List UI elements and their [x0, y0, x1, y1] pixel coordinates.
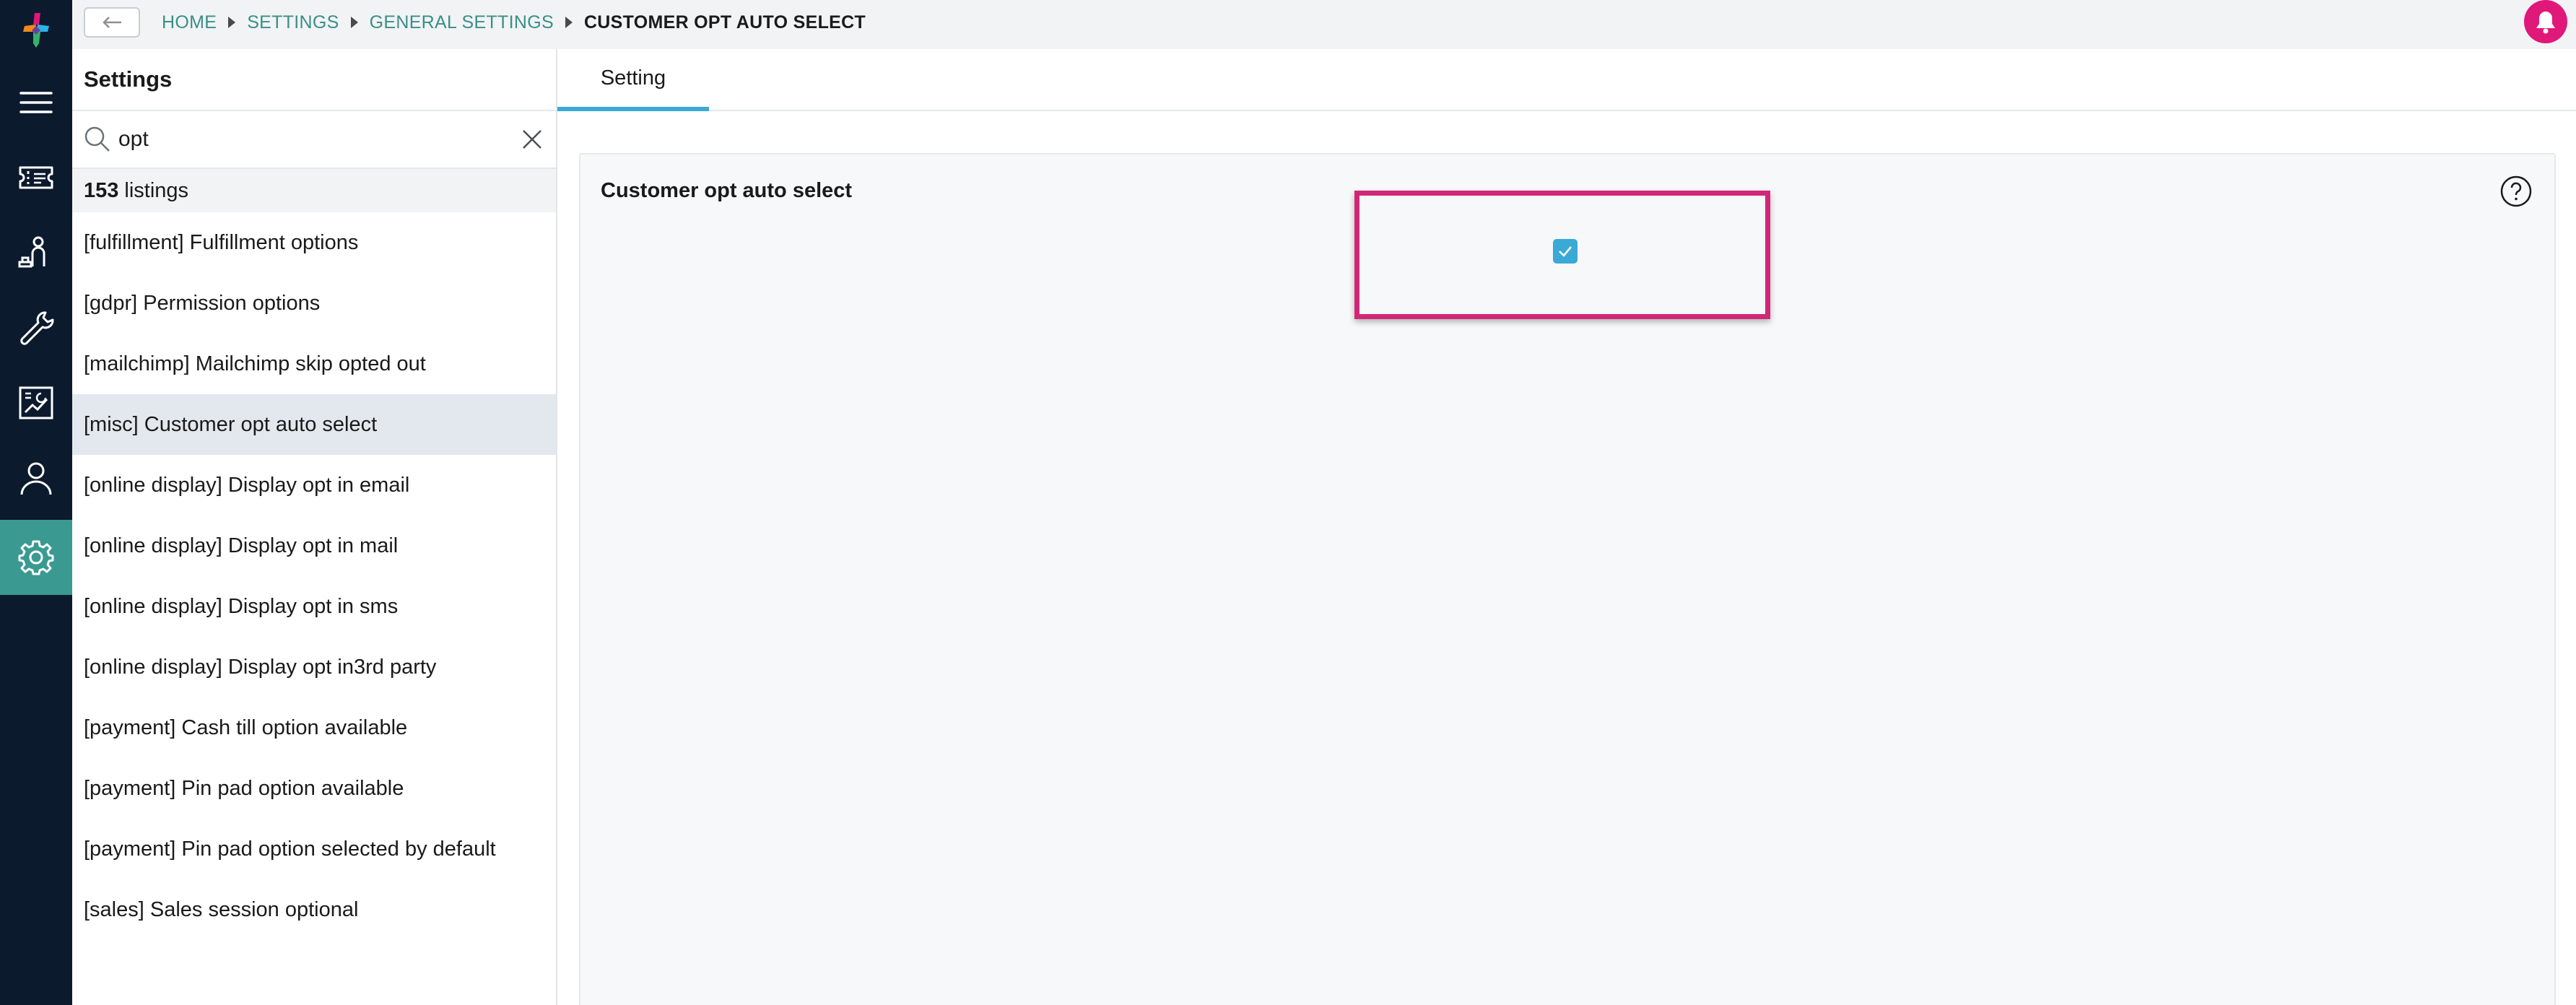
- wrench-icon[interactable]: [0, 290, 72, 365]
- list-item[interactable]: [sales] Sales session optional: [72, 879, 556, 940]
- report-icon[interactable]: [0, 365, 72, 440]
- setting-value-highlight: [1354, 191, 1770, 319]
- breadcrumb-separator-icon: [228, 17, 236, 28]
- list-item[interactable]: [mailchimp] Mailchimp skip opted out: [72, 334, 556, 394]
- setting-label: Customer opt auto select: [601, 179, 853, 202]
- search-icon: [84, 126, 110, 152]
- breadcrumb: HOME SETTINGS GENERAL SETTINGS CUSTOMER …: [162, 0, 866, 45]
- gear-icon[interactable]: [0, 520, 72, 595]
- setting-checkbox[interactable]: [1553, 239, 1578, 264]
- breadcrumb-current: CUSTOMER OPT AUTO SELECT: [583, 12, 866, 32]
- list-item[interactable]: [fulfillment] Fulfillment options: [72, 212, 556, 273]
- listing-count: 153 listings: [72, 169, 556, 212]
- list-item[interactable]: [gdpr] Permission options: [72, 273, 556, 334]
- customer-service-icon[interactable]: [0, 215, 72, 290]
- list-item[interactable]: [online display] Display opt in mail: [72, 515, 556, 576]
- help-icon[interactable]: [2499, 175, 2533, 208]
- tab-bar: Setting: [557, 49, 2576, 111]
- breadcrumb-separator-icon: [350, 17, 358, 28]
- main-content: Setting Customer opt auto select: [557, 49, 2576, 1005]
- list-item[interactable]: [payment] Pin pad option selected by def…: [72, 819, 556, 879]
- search-input[interactable]: [118, 121, 508, 157]
- listing-count-label: listings: [124, 178, 189, 202]
- list-item[interactable]: [online display] Display opt in3rd party: [72, 637, 556, 697]
- setting-panel: Customer opt auto select: [579, 153, 2556, 1005]
- tab-setting[interactable]: Setting: [557, 49, 709, 111]
- list-item[interactable]: [online display] Display opt in email: [72, 455, 556, 515]
- app-logo[interactable]: [19, 10, 53, 51]
- sidebar-title: Settings: [84, 66, 173, 92]
- menu-icon[interactable]: [0, 65, 72, 140]
- list-item[interactable]: [misc] Customer opt auto select: [72, 394, 556, 455]
- list-item[interactable]: [online display] Display opt in sms: [72, 576, 556, 637]
- clear-search-icon[interactable]: [518, 126, 546, 153]
- user-icon[interactable]: [0, 440, 72, 515]
- list-item[interactable]: [payment] Pin pad option available: [72, 758, 556, 819]
- bell-icon: [2536, 12, 2555, 34]
- breadcrumb-general-settings[interactable]: GENERAL SETTINGS: [370, 12, 554, 33]
- settings-sidebar: Settings 153 listings [fulfillment] Fulf…: [72, 49, 557, 1005]
- breadcrumb-home[interactable]: HOME: [162, 12, 217, 33]
- breadcrumb-settings[interactable]: SETTINGS: [247, 12, 339, 33]
- notification-button[interactable]: [2524, 0, 2567, 43]
- ticket-icon[interactable]: [0, 140, 72, 215]
- search-bar: [72, 110, 556, 169]
- breadcrumb-separator-icon: [565, 17, 573, 28]
- arrow-left-icon: [103, 17, 121, 28]
- listing-count-value: 153: [84, 178, 119, 202]
- top-bar: HOME SETTINGS GENERAL SETTINGS CUSTOMER …: [72, 0, 2576, 49]
- checkmark-icon: [1559, 246, 1572, 257]
- list-item[interactable]: [payment] Cash till option available: [72, 697, 556, 758]
- back-button[interactable]: [84, 7, 140, 38]
- app-rail: [0, 0, 72, 1005]
- settings-list: [fulfillment] Fulfillment options [gdpr] …: [72, 212, 556, 940]
